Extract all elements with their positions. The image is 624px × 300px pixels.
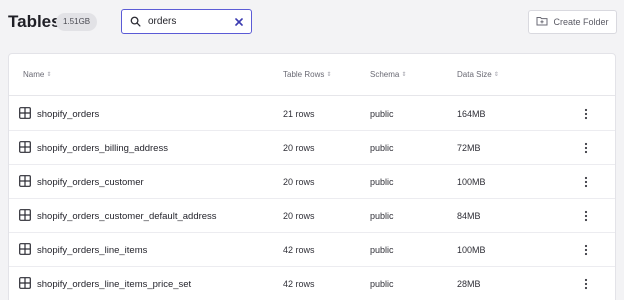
data-size: 72MB bbox=[457, 143, 481, 153]
total-size-badge: 1.51GB bbox=[56, 13, 98, 31]
data-size: 164MB bbox=[457, 109, 486, 119]
table-grid-icon bbox=[19, 277, 31, 292]
row-count: 20 rows bbox=[283, 211, 315, 221]
create-folder-button[interactable]: Create Folder bbox=[528, 10, 617, 34]
column-header-name[interactable]: Name ⇕ bbox=[23, 70, 51, 79]
search-input[interactable] bbox=[148, 16, 226, 27]
folder-plus-icon bbox=[536, 16, 548, 28]
more-vertical-icon[interactable] bbox=[579, 208, 593, 224]
schema: public bbox=[370, 211, 394, 221]
table-grid-icon bbox=[19, 243, 31, 258]
table-row[interactable]: shopify_orders_line_items 42 rows public… bbox=[9, 233, 615, 267]
more-vertical-icon[interactable] bbox=[579, 242, 593, 258]
table-row[interactable]: shopify_orders 21 rows public 164MB bbox=[9, 97, 615, 131]
row-count: 42 rows bbox=[283, 279, 315, 289]
table-name[interactable]: shopify_orders_line_items bbox=[37, 245, 147, 256]
column-header-table-rows[interactable]: Table Rows ⇕ bbox=[283, 70, 331, 79]
table-grid-icon bbox=[19, 175, 31, 190]
sort-icon: ⇕ bbox=[401, 71, 407, 78]
more-vertical-icon[interactable] bbox=[579, 276, 593, 292]
data-size: 100MB bbox=[457, 177, 486, 187]
data-size: 28MB bbox=[457, 279, 481, 289]
table-row[interactable]: shopify_orders_customer_default_address … bbox=[9, 199, 615, 233]
search-icon bbox=[122, 16, 148, 27]
sort-icon: ⇕ bbox=[46, 71, 52, 78]
table-header: Name ⇕ Table Rows ⇕ Schema ⇕ Data Size ⇕ bbox=[9, 54, 615, 96]
tables-page: Tables 1.51GB Create Folder bbox=[0, 0, 624, 300]
row-count: 20 rows bbox=[283, 177, 315, 187]
page-title: Tables bbox=[8, 12, 61, 31]
schema: public bbox=[370, 177, 394, 187]
sort-icon: ⇕ bbox=[493, 71, 499, 78]
table-name[interactable]: shopify_orders_customer bbox=[37, 177, 144, 188]
table-row[interactable]: shopify_orders_billing_address 20 rows p… bbox=[9, 131, 615, 165]
row-count: 21 rows bbox=[283, 109, 315, 119]
table-name[interactable]: shopify_orders_billing_address bbox=[37, 143, 168, 154]
more-vertical-icon[interactable] bbox=[579, 140, 593, 156]
schema: public bbox=[370, 143, 394, 153]
create-folder-label: Create Folder bbox=[553, 17, 609, 27]
row-count: 20 rows bbox=[283, 143, 315, 153]
close-icon[interactable] bbox=[233, 16, 245, 28]
table-grid-icon bbox=[19, 209, 31, 224]
table-name[interactable]: shopify_orders bbox=[37, 109, 99, 120]
column-header-schema[interactable]: Schema ⇕ bbox=[370, 70, 406, 79]
data-size: 100MB bbox=[457, 245, 486, 255]
schema: public bbox=[370, 109, 394, 119]
schema: public bbox=[370, 245, 394, 255]
table-grid-icon bbox=[19, 107, 31, 122]
tables-list: Name ⇕ Table Rows ⇕ Schema ⇕ Data Size ⇕ bbox=[8, 53, 616, 300]
table-name[interactable]: shopify_orders_customer_default_address bbox=[37, 211, 217, 222]
column-header-data-size[interactable]: Data Size ⇕ bbox=[457, 70, 499, 79]
data-size: 84MB bbox=[457, 211, 481, 221]
row-count: 42 rows bbox=[283, 245, 315, 255]
sort-icon: ⇕ bbox=[326, 71, 332, 78]
table-name[interactable]: shopify_orders_line_items_price_set bbox=[37, 279, 191, 290]
table-row[interactable]: shopify_orders_customer 20 rows public 1… bbox=[9, 165, 615, 199]
table-row[interactable]: shopify_orders_line_items_price_set 42 r… bbox=[9, 267, 615, 300]
schema: public bbox=[370, 279, 394, 289]
more-vertical-icon[interactable] bbox=[579, 174, 593, 190]
table-grid-icon bbox=[19, 141, 31, 156]
more-vertical-icon[interactable] bbox=[579, 106, 593, 122]
search-box[interactable] bbox=[121, 9, 252, 34]
